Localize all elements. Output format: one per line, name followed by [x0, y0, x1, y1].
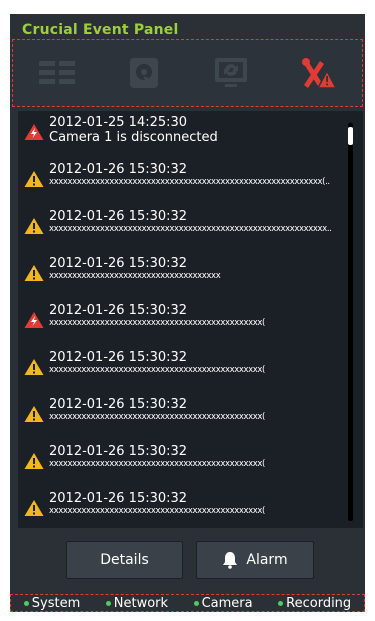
event-message: Camera 1 is disconnected [49, 130, 218, 145]
details-button[interactable]: Details [66, 541, 183, 579]
event-time: 2012-01-26 15:30:32 [49, 209, 188, 224]
status-dot-icon [23, 600, 29, 606]
event-time: 2012-01-26 15:30:32 [49, 162, 188, 177]
warning-icon [24, 359, 44, 375]
event-row[interactable]: 2012-01-26 15:30:32 xxxxxxxxxxxxxxxxxxxx… [18, 205, 343, 252]
monitor-refresh-icon[interactable] [211, 53, 251, 93]
panel-toolbar [12, 39, 363, 107]
event-message: xxxxxxxxxxxxxxxxxxxxxxxxxxxxxxxxxxxxxxxx… [49, 412, 265, 422]
event-time: 2012-01-26 15:30:32 [49, 303, 188, 318]
alarm-button[interactable]: Alarm [196, 541, 314, 579]
status-label: Recording [286, 595, 352, 611]
event-time: 2012-01-26 15:30:32 [49, 444, 188, 459]
event-row[interactable]: 2012-01-26 15:30:32 xxxxxxxxxxxxxxxxxxxx… [18, 440, 343, 487]
event-message: xxxxxxxxxxxxxxxxxxxxxxxxxxxxxxxxxxxxxxxx… [49, 224, 332, 234]
status-dot-icon [105, 600, 111, 606]
event-row[interactable]: 2012-01-26 15:30:32 xxxxxxxxxxxxxxxxxxxx… [18, 346, 343, 393]
event-time: 2012-01-26 15:30:32 [49, 397, 188, 412]
status-label: System [31, 595, 81, 611]
event-row[interactable]: 2012-01-25 14:25:30 Camera 1 is disconne… [18, 111, 343, 158]
event-time: 2012-01-25 14:25:30 [49, 115, 188, 130]
status-recording: Recording [278, 596, 351, 611]
event-message: xxxxxxxxxxxxxxxxxxxxxxxxxxxxxxxxxxxxxxxx… [49, 365, 265, 375]
event-row[interactable]: 2012-01-26 15:30:32 xxxxxxxxxxxxxxxxxxxx… [18, 299, 343, 346]
warning-icon [24, 265, 44, 281]
event-list[interactable]: 2012-01-25 14:25:30 Camera 1 is disconne… [18, 111, 363, 528]
scroll-thumb[interactable] [348, 127, 353, 145]
event-time: 2012-01-26 15:30:32 [49, 350, 188, 365]
warning-icon [24, 406, 44, 422]
details-button-label: Details [100, 552, 149, 568]
event-message: xxxxxxxxxxxxxxxxxxxxxxxxxxxxxxxxxxxxxxxx… [49, 506, 265, 516]
event-time: 2012-01-26 15:30:32 [49, 256, 188, 271]
crucial-event-panel: Crucial Event Panel 2012-01-25 14:25:30 … [10, 14, 365, 612]
tools-alert-icon[interactable] [298, 53, 338, 93]
disk-icon[interactable] [124, 53, 164, 93]
alarm-button-label: Alarm [246, 552, 288, 568]
event-time: 2012-01-26 15:30:32 [49, 491, 188, 506]
warning-icon [24, 453, 44, 469]
panel-title: Crucial Event Panel [22, 22, 179, 38]
event-message: xxxxxxxxxxxxxxxxxxxxxxxxxxxxxxxxxxxxxxxx… [49, 459, 265, 469]
bell-icon [223, 552, 238, 569]
status-dot-icon [278, 600, 284, 606]
event-message: xxxxxxxxxxxxxxxxxxxxxxxxxxxxxxxxxxxxxxxx… [49, 318, 265, 328]
grid-view-icon[interactable] [37, 53, 77, 93]
status-label: Camera [201, 595, 253, 611]
status-bar: System Network Camera Recording [10, 594, 365, 612]
status-dot-icon [193, 600, 199, 606]
warning-icon [24, 500, 44, 516]
status-camera: Camera [193, 595, 253, 611]
event-message: xxxxxxxxxxxxxxxxxxxxxxxxxxxxxxxxxxxxxxxx… [49, 177, 330, 187]
event-list-scrollbar[interactable] [348, 123, 353, 521]
event-message: xxxxxxxxxxxxxxxxxxxxxxxxxxxxxxxxxxxxx [49, 271, 221, 281]
event-row[interactable]: 2012-01-26 15:30:32 xxxxxxxxxxxxxxxxxxxx… [18, 393, 343, 440]
status-system: System [23, 595, 81, 611]
status-label: Network [113, 595, 169, 611]
event-row[interactable]: 2012-01-26 15:30:32 xxxxxxxxxxxxxxxxxxxx… [18, 252, 343, 299]
event-row[interactable]: 2012-01-26 15:30:32 xxxxxxxxxxxxxxxxxxxx… [18, 487, 343, 528]
status-network: Network [105, 595, 169, 611]
warning-icon [24, 171, 44, 187]
warning-icon [24, 218, 44, 234]
error-icon [24, 312, 44, 328]
error-icon [24, 124, 44, 140]
event-row[interactable]: 2012-01-26 15:30:32 xxxxxxxxxxxxxxxxxxxx… [18, 158, 343, 205]
